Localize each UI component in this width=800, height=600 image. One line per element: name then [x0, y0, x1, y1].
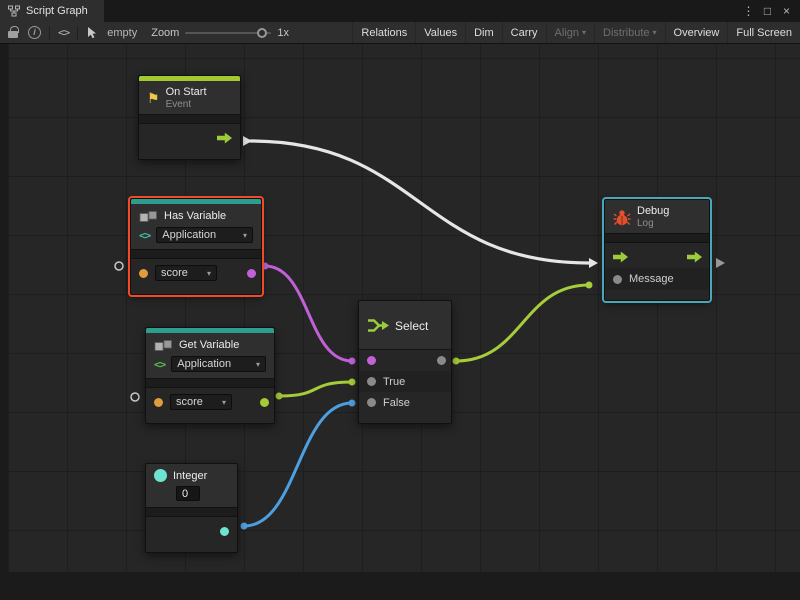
- overview-button[interactable]: Overview: [665, 22, 728, 43]
- info-icon[interactable]: i: [28, 26, 41, 39]
- lock-icon[interactable]: [8, 31, 18, 38]
- port-row: Message: [605, 268, 709, 290]
- node-divider: [139, 114, 240, 124]
- result-output-port[interactable]: [247, 269, 256, 278]
- scope-dropdown[interactable]: Application ▾: [171, 356, 266, 372]
- port-row: True: [359, 371, 451, 392]
- port-row: [359, 350, 451, 371]
- node-debug-log[interactable]: Debug Log Message: [604, 199, 710, 301]
- script-graph-icon: [8, 5, 20, 17]
- integer-icon: [154, 469, 167, 482]
- chevron-down-icon: ▾: [207, 269, 211, 278]
- variable-name-dropdown[interactable]: score ▾: [155, 265, 217, 281]
- port-row: [139, 127, 240, 149]
- port-row: False: [359, 392, 451, 413]
- scope-icon: <>: [154, 358, 165, 371]
- code-view-icon[interactable]: <>: [58, 26, 69, 39]
- node-select[interactable]: Select True False: [358, 300, 452, 424]
- false-input-port[interactable]: [367, 398, 376, 407]
- integer-value-field[interactable]: 0: [176, 486, 200, 501]
- chevron-down-icon: ▾: [582, 28, 586, 37]
- zoom-label: Zoom: [151, 27, 179, 39]
- node-title: Integer: [173, 470, 207, 482]
- value-output-port[interactable]: [260, 398, 269, 407]
- distribute-button[interactable]: Distribute ▾: [594, 22, 664, 43]
- node-has-variable[interactable]: Has Variable <> Application ▾ score ▾: [130, 198, 262, 295]
- graph-toolbar: i <> empty Zoom 1x Relations Values Dim …: [0, 22, 800, 44]
- chevron-down-icon: ▾: [653, 28, 657, 37]
- node-get-variable[interactable]: Get Variable <> Application ▾ score ▾: [145, 327, 275, 424]
- node-on-start[interactable]: ⚑ On Start Event: [138, 75, 241, 160]
- node-divider: [605, 233, 709, 243]
- cursor-icon: [86, 26, 97, 39]
- node-title: Select: [395, 319, 428, 333]
- flow-out-port[interactable]: [687, 252, 702, 263]
- variables-icon: [154, 338, 173, 352]
- port-row: score ▾: [131, 262, 261, 284]
- chevron-down-icon: ▾: [256, 360, 260, 369]
- message-input-port[interactable]: [613, 275, 622, 284]
- selection-output-port[interactable]: [437, 356, 446, 365]
- scope-icon: <>: [139, 229, 150, 242]
- node-title: Get Variable: [179, 339, 239, 351]
- name-input-port[interactable]: [154, 398, 163, 407]
- port-row: score ▾: [146, 391, 274, 413]
- flow-in-port[interactable]: [613, 252, 628, 263]
- maximize-icon[interactable]: □: [760, 2, 775, 20]
- port-row: [605, 246, 709, 268]
- dim-button[interactable]: Dim: [465, 22, 502, 43]
- toolbar-left-icons: i: [0, 22, 49, 43]
- condition-input-port[interactable]: [367, 356, 376, 365]
- node-title: Has Variable: [164, 210, 226, 222]
- select-icon: [367, 317, 389, 334]
- node-integer[interactable]: Integer 0: [145, 463, 238, 553]
- relations-button[interactable]: Relations: [352, 22, 415, 43]
- node-title: On Start: [166, 86, 207, 98]
- port-row: [146, 520, 237, 542]
- zoom-slider[interactable]: [185, 26, 271, 40]
- bug-icon: [613, 209, 631, 226]
- chevron-down-icon: ▾: [243, 231, 247, 240]
- close-icon[interactable]: ×: [779, 2, 794, 20]
- carry-button[interactable]: Carry: [502, 22, 546, 43]
- fullscreen-button[interactable]: Full Screen: [727, 22, 800, 43]
- variable-name-dropdown[interactable]: score ▾: [170, 394, 232, 410]
- chevron-down-icon: ▾: [222, 398, 226, 407]
- node-subtitle: Log: [637, 218, 669, 229]
- tab-title: Script Graph: [26, 5, 88, 17]
- window-controls: ⋮ □ ×: [741, 2, 800, 20]
- variables-icon: [139, 209, 158, 223]
- flag-icon: ⚑: [147, 91, 160, 105]
- node-subtitle: Event: [166, 99, 207, 110]
- true-input-port[interactable]: [367, 377, 376, 386]
- flow-out-port[interactable]: [217, 133, 232, 144]
- node-title: Debug: [637, 205, 669, 217]
- tab-script-graph[interactable]: Script Graph: [0, 0, 104, 22]
- port-label: False: [383, 397, 410, 409]
- values-button[interactable]: Values: [415, 22, 465, 43]
- port-label: Message: [629, 273, 674, 285]
- zoom-value: 1x: [277, 27, 289, 39]
- node-divider: [146, 507, 237, 517]
- zoom-slider-handle[interactable]: [257, 28, 267, 38]
- toolbar-buttons: Relations Values Dim Carry Align ▾ Distr…: [352, 22, 800, 43]
- window-menu-icon[interactable]: ⋮: [741, 2, 756, 20]
- title-bar: Script Graph ⋮ □ ×: [0, 0, 800, 22]
- scope-dropdown[interactable]: Application ▾: [156, 227, 253, 243]
- integer-output-port[interactable]: [220, 527, 229, 536]
- align-button[interactable]: Align ▾: [546, 22, 594, 43]
- name-input-port[interactable]: [139, 269, 148, 278]
- port-label: True: [383, 376, 405, 388]
- node-divider: [146, 378, 274, 388]
- selection-status: empty: [107, 27, 137, 39]
- node-divider: [131, 249, 261, 259]
